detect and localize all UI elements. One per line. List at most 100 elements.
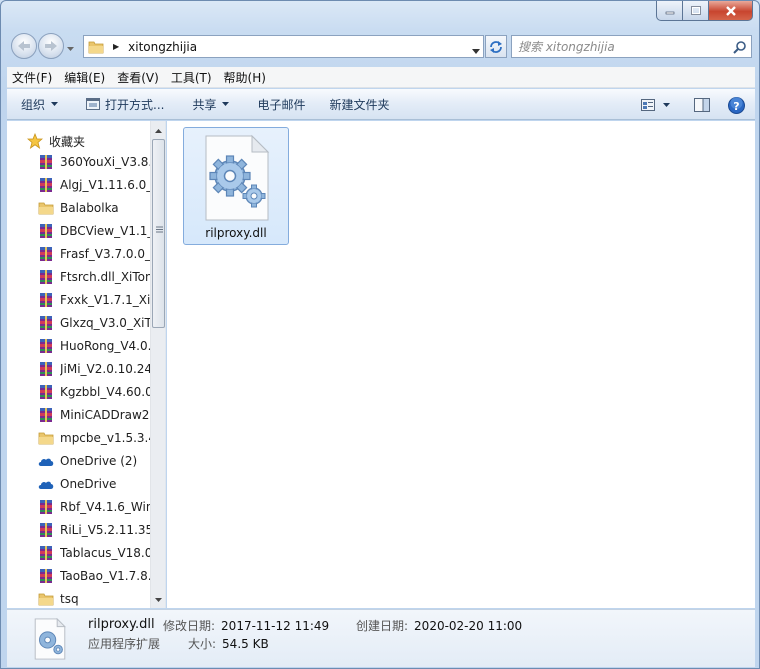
- forward-button[interactable]: [38, 33, 64, 59]
- size-value: 54.5 KB: [222, 637, 269, 651]
- scroll-up-button[interactable]: [151, 123, 165, 139]
- nav-item[interactable]: Fxxk_V1.7.1_XiT: [7, 289, 150, 311]
- winrar-archive-icon: [38, 361, 54, 377]
- nav-item[interactable]: Glxzq_V3.0_XiTo: [7, 312, 150, 334]
- view-options-dropdown[interactable]: [663, 103, 670, 107]
- preview-pane-button[interactable]: [694, 98, 710, 112]
- search-box: [511, 35, 752, 58]
- winrar-archive-icon: [38, 499, 54, 515]
- dll-gear-icon: [205, 134, 270, 221]
- minimize-button[interactable]: [656, 1, 683, 21]
- folder-icon: [38, 200, 54, 216]
- breadcrumb-separator[interactable]: ▶: [113, 42, 119, 51]
- winrar-archive-icon: [38, 568, 54, 584]
- winrar-archive-icon: [38, 384, 54, 400]
- close-icon: [725, 5, 736, 16]
- svg-text:?: ?: [733, 100, 739, 113]
- preview-pane-icon: [694, 98, 710, 112]
- share-label: 共享: [192, 97, 217, 112]
- modified-label: 修改日期:: [163, 619, 216, 633]
- nav-item-label: Frasf_V3.7.0.0_X: [60, 247, 150, 261]
- folder-icon: [38, 591, 54, 607]
- nav-item[interactable]: mpcbe_v1.5.3.4: [7, 427, 150, 449]
- help-button[interactable]: ?: [728, 96, 745, 114]
- nav-item-label: TaoBao_V1.7.8.: [60, 569, 150, 583]
- nav-item-label: Rbf_V4.1.6_Win8: [60, 500, 150, 514]
- nav-item[interactable]: tsq: [7, 588, 150, 608]
- nav-item[interactable]: HuoRong_V4.0.: [7, 335, 150, 357]
- arrow-up-icon: [155, 129, 162, 133]
- nav-item[interactable]: Rbf_V4.1.6_Win8: [7, 496, 150, 518]
- nav-item[interactable]: Kgzbbl_V4.60.0: [7, 381, 150, 403]
- menu-file[interactable]: 文件(F): [7, 69, 57, 86]
- nav-item[interactable]: TaoBao_V1.7.8.: [7, 565, 150, 587]
- chevron-down-icon: [67, 47, 74, 51]
- nav-item-label: Fxxk_V1.7.1_XiT: [60, 293, 150, 307]
- change-view-button[interactable]: [641, 99, 655, 111]
- refresh-button[interactable]: [485, 35, 507, 58]
- nav-item[interactable]: Ftsrch.dll_XiTon: [7, 266, 150, 288]
- menu-view[interactable]: 查看(V): [112, 69, 164, 86]
- dll-gear-icon: [34, 618, 66, 660]
- caption-buttons: [656, 1, 753, 21]
- menu-tools[interactable]: 工具(T): [166, 69, 217, 86]
- nav-item[interactable]: Tablacus_V18.0: [7, 542, 150, 564]
- nav-item-label: MiniCADDraw20: [60, 408, 150, 422]
- nav-item-label: Balabolka: [60, 201, 119, 215]
- nav-item-label: Glxzq_V3.0_XiTo: [60, 316, 150, 330]
- arrow-down-icon: [155, 598, 162, 602]
- email-label: 电子邮件: [257, 97, 306, 112]
- email-button[interactable]: 电子邮件: [247, 92, 315, 116]
- nav-item-label: DBCView_V1.1_: [60, 224, 150, 238]
- nav-item[interactable]: OneDrive (2): [7, 450, 150, 472]
- chevron-down-icon: [222, 102, 230, 106]
- nav-item[interactable]: JiMi_V2.0.10.24_: [7, 358, 150, 380]
- winrar-archive-icon: [38, 246, 54, 262]
- menu-edit[interactable]: 编辑(E): [59, 69, 110, 86]
- address-dropdown[interactable]: [472, 43, 480, 57]
- nav-item[interactable]: OneDrive: [7, 473, 150, 495]
- nav-item[interactable]: 360YouXi_V3.8.1: [7, 151, 150, 173]
- organize-button[interactable]: 组织: [7, 92, 68, 116]
- details-file-type: 应用程序扩展: [88, 637, 161, 651]
- maximize-button[interactable]: [683, 1, 709, 21]
- menu-help[interactable]: 帮助(H): [219, 69, 271, 86]
- breadcrumb-item[interactable]: xitongzhijia: [128, 40, 197, 54]
- scroll-down-button[interactable]: [151, 592, 165, 608]
- back-button[interactable]: [11, 33, 37, 59]
- share-button[interactable]: 共享: [182, 92, 239, 116]
- scroll-thumb[interactable]: [152, 139, 165, 328]
- grip-icon: [156, 226, 163, 233]
- refresh-icon: [490, 40, 502, 53]
- nav-favorites[interactable]: 收藏夹: [7, 130, 150, 152]
- nav-item[interactable]: Algj_V1.11.6.0_X: [7, 174, 150, 196]
- details-file-name: rilproxy.dll: [88, 617, 155, 632]
- nav-item[interactable]: MiniCADDraw20: [7, 404, 150, 426]
- nav-item[interactable]: DBCView_V1.1_: [7, 220, 150, 242]
- nav-scrollbar[interactable]: [150, 121, 165, 608]
- new-folder-label: 新建文件夹: [329, 97, 390, 112]
- nav-item-label: Ftsrch.dll_XiTon: [60, 270, 150, 284]
- nav-item[interactable]: RiLi_V5.2.11.354: [7, 519, 150, 541]
- winrar-archive-icon: [38, 315, 54, 331]
- winrar-archive-icon: [38, 292, 54, 308]
- nav-item-label: HuoRong_V4.0.: [60, 339, 150, 353]
- command-bar: 组织 打开方式... 共享 电子邮件 新建文件夹 ?: [7, 89, 755, 120]
- nav-favorites-label: 收藏夹: [49, 134, 86, 149]
- search-icon[interactable]: [733, 40, 747, 54]
- nav-item[interactable]: Balabolka: [7, 197, 150, 219]
- close-button[interactable]: [709, 1, 753, 21]
- nav-item-label: 360YouXi_V3.8.1: [60, 155, 150, 169]
- open-with-icon: [86, 98, 101, 110]
- nav-item-label: JiMi_V2.0.10.24_: [60, 362, 150, 376]
- search-input[interactable]: [512, 36, 733, 57]
- new-folder-button[interactable]: 新建文件夹: [320, 92, 400, 116]
- file-item[interactable]: rilproxy.dll: [183, 127, 289, 245]
- nav-item[interactable]: Frasf_V3.7.0.0_X: [7, 243, 150, 265]
- chevron-down-icon: [51, 102, 59, 106]
- recent-pages-dropdown[interactable]: [67, 41, 74, 55]
- arrow-left-icon: [18, 41, 30, 51]
- address-bar[interactable]: ▶ xitongzhijia: [83, 35, 484, 58]
- open-with-button[interactable]: 打开方式...: [76, 92, 174, 116]
- winrar-archive-icon: [38, 223, 54, 239]
